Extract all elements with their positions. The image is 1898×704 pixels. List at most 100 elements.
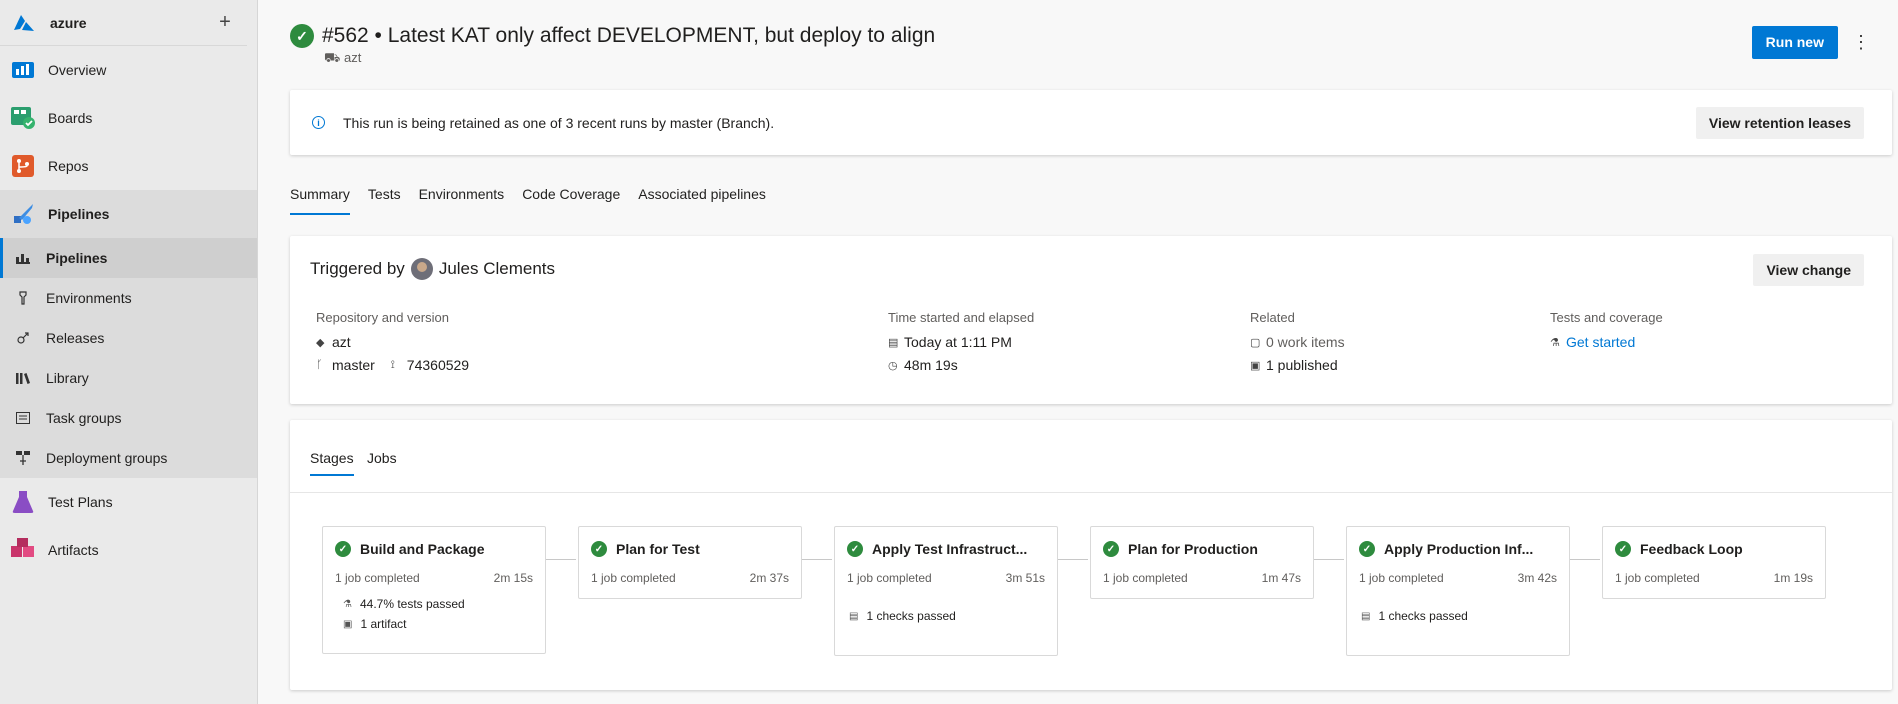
repos-icon	[10, 153, 36, 179]
stage-card-apply-production-infrastructure[interactable]: ✓ Apply Production Inf... 1 job completed…	[1346, 526, 1570, 656]
clock-icon: ◷	[888, 359, 898, 372]
nav-artifacts[interactable]: Artifacts	[0, 526, 257, 574]
checks-icon: ▤	[1361, 610, 1371, 622]
calendar-icon: ▤	[888, 336, 899, 349]
stage-name: Build and Package	[360, 541, 485, 557]
stage-success-icon: ✓	[591, 541, 607, 557]
stage-artifact[interactable]: 1 artifact	[360, 617, 406, 631]
more-options-icon[interactable]: ⋮	[1852, 32, 1870, 53]
tab-associated-pipelines[interactable]: Associated pipelines	[638, 186, 766, 215]
artifact-icon: ▣	[343, 618, 353, 630]
stage-duration: 3m 51s	[1005, 571, 1045, 585]
stage-connector	[800, 559, 832, 560]
published-artifacts[interactable]: 1 published	[1266, 357, 1338, 373]
environments-icon	[14, 289, 32, 307]
sidebar-item-pipelines-label: Pipelines	[46, 250, 108, 266]
sidebar-item-library[interactable]: Library	[0, 358, 257, 398]
stage-checks[interactable]: 1 checks passed	[1378, 609, 1467, 623]
stage-card-feedback-loop[interactable]: ✓ Feedback Loop 1 job completed 1m 19s	[1602, 526, 1826, 599]
time-label: Time started and elapsed	[888, 310, 1035, 325]
stage-card-plan-for-production[interactable]: ✓ Plan for Production 1 job completed 1m 4…	[1090, 526, 1314, 599]
pipelines-icon	[10, 201, 36, 227]
trigger-user[interactable]: Jules Clements	[439, 259, 555, 279]
retention-text: This run is being retained as one of 3 r…	[343, 114, 775, 131]
sidebar-item-releases[interactable]: Releases	[0, 318, 257, 358]
sidebar-item-environments-label: Environments	[46, 290, 132, 306]
checks-icon: ▤	[849, 610, 859, 622]
nav-repos[interactable]: Repos	[0, 142, 257, 190]
stage-tests-passed[interactable]: 44.7% tests passed	[360, 597, 465, 611]
stage-jobs: 1 job completed	[335, 571, 420, 585]
flask-icon: ⚗	[343, 598, 352, 610]
tab-code-coverage[interactable]: Code Coverage	[522, 186, 620, 215]
stage-jobs: 1 job completed	[847, 571, 932, 585]
triggered-by-label: Triggered by	[310, 259, 405, 278]
started-time: Today at 1:11 PM	[904, 334, 1012, 350]
sidebar-item-environments[interactable]: Environments	[0, 278, 257, 318]
nav-boards-label: Boards	[48, 110, 93, 126]
stage-success-icon: ✓	[1359, 541, 1375, 557]
triggered-by: Triggered by Jules Clements	[310, 258, 555, 280]
stage-connector	[544, 559, 576, 560]
pipelines-sub-icon	[14, 249, 32, 267]
flask-icon: ⚗	[1550, 336, 1560, 349]
nav-overview[interactable]: Overview	[0, 46, 257, 94]
stage-name: Apply Production Inf...	[1384, 541, 1534, 557]
view-retention-leases-button[interactable]: View retention leases	[1695, 107, 1864, 139]
branch-icon: ᚴ	[316, 359, 323, 371]
related-column: Related ▢ 0 work items ▣ 1 published	[1250, 310, 1345, 380]
tab-jobs[interactable]: Jobs	[367, 450, 397, 474]
tab-stages[interactable]: Stages	[310, 450, 354, 476]
repo-column: Repository and version ◆ azt ᚴ master ⟟ 743…	[316, 310, 469, 380]
sidebar: azure + Overview Boards Repos Pipelines …	[0, 0, 258, 704]
stage-connector	[1312, 559, 1344, 560]
nav-test-plans-label: Test Plans	[48, 494, 113, 510]
nav-repos-label: Repos	[48, 158, 89, 174]
stage-card-plan-for-test[interactable]: ✓ Plan for Test 1 job completed 2m 37s	[578, 526, 802, 599]
task-groups-icon	[14, 409, 32, 427]
info-icon: i	[312, 116, 325, 129]
run-new-button[interactable]: Run new	[1751, 26, 1838, 59]
stage-duration: 1m 47s	[1261, 571, 1301, 585]
sidebar-item-pipelines[interactable]: Pipelines	[0, 238, 257, 278]
run-header: ✓ #562 • Latest KAT only affect DEVELOPM…	[290, 24, 935, 68]
view-change-button[interactable]: View change	[1753, 254, 1864, 286]
org-name[interactable]: azure	[50, 15, 215, 31]
stage-name: Plan for Production	[1128, 541, 1258, 557]
tab-summary[interactable]: Summary	[290, 186, 350, 215]
nav-test-plans[interactable]: Test Plans	[0, 478, 257, 526]
nav-boards[interactable]: Boards	[0, 94, 257, 142]
retention-banner: i This run is being retained as one of 3…	[290, 90, 1892, 155]
stage-checks[interactable]: 1 checks passed	[866, 609, 955, 623]
sidebar-item-deployment-groups[interactable]: Deployment groups	[0, 438, 257, 478]
add-project-icon[interactable]: +	[215, 11, 235, 34]
summary-card: Triggered by Jules Clements View change …	[290, 236, 1892, 404]
sidebar-item-library-label: Library	[46, 370, 89, 386]
get-started-link[interactable]: Get started	[1566, 334, 1635, 350]
pipeline-small-icon: ⛟	[324, 50, 344, 65]
sidebar-item-releases-label: Releases	[46, 330, 105, 346]
stage-duration: 2m 15s	[493, 571, 533, 585]
releases-icon	[14, 329, 32, 347]
work-items-icon: ▢	[1250, 336, 1261, 349]
main-content: ✓ #562 • Latest KAT only affect DEVELOPM…	[258, 0, 1898, 704]
nav-pipelines-group[interactable]: Pipelines	[0, 190, 257, 238]
work-items: 0 work items	[1266, 334, 1345, 350]
org-header: azure +	[0, 0, 247, 46]
repo-name[interactable]: azt	[332, 334, 351, 350]
branch-name[interactable]: master	[332, 357, 375, 373]
sidebar-item-task-groups-label: Task groups	[46, 410, 122, 426]
nav-overview-label: Overview	[48, 62, 107, 78]
repo-icon: ◆	[316, 336, 325, 349]
commit-id[interactable]: 74360529	[407, 357, 469, 373]
pipeline-name[interactable]: ⛟ azt	[324, 50, 935, 68]
pipeline-name-label: azt	[343, 50, 362, 65]
stage-card-apply-test-infrastructure[interactable]: ✓ Apply Test Infrastruct... 1 job complet…	[834, 526, 1058, 656]
sidebar-item-task-groups[interactable]: Task groups	[0, 398, 257, 438]
stage-jobs: 1 job completed	[591, 571, 676, 585]
tab-tests[interactable]: Tests	[368, 186, 401, 215]
stage-duration: 2m 37s	[749, 571, 789, 585]
tab-environments[interactable]: Environments	[419, 186, 505, 215]
stage-card-build-and-package[interactable]: ✓ Build and Package 1 job completed 2m 15s…	[322, 526, 546, 654]
overview-icon	[10, 57, 36, 83]
